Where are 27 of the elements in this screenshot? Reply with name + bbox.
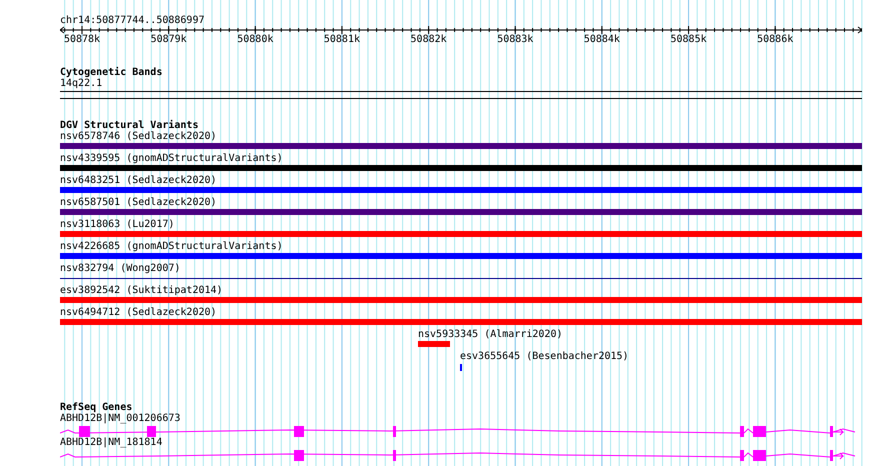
position-label: chr14:50877744..50886997 bbox=[60, 15, 204, 26]
track-title: RefSeq Genes bbox=[60, 402, 132, 413]
variant-label[interactable]: esv3892542 (Suktitipat2014) bbox=[60, 285, 223, 296]
tick-label: 50886k bbox=[757, 34, 794, 45]
variant-label[interactable]: nsv4226685 (gnomADStructuralVariants) bbox=[60, 241, 283, 252]
variant-label[interactable]: nsv6483251 (Sedlazeck2020) bbox=[60, 175, 217, 186]
variant-label[interactable]: esv3655645 (Besenbacher2015) bbox=[460, 351, 629, 362]
tick-label: 50884k bbox=[584, 34, 620, 45]
tick-label: 50885k bbox=[670, 34, 707, 45]
tick-label: 50881k bbox=[324, 34, 360, 45]
variant-label[interactable]: nsv4339595 (gnomADStructuralVariants) bbox=[60, 153, 283, 164]
track-title: DGV Structural Variants bbox=[60, 120, 198, 131]
tick-label: 50883k bbox=[497, 34, 534, 45]
gene-label[interactable]: ABHD12B|NM_181814 bbox=[60, 437, 162, 448]
track-title: Cytogenetic Bands bbox=[60, 67, 162, 78]
variant-label[interactable]: nsv832794 (Wong2007) bbox=[60, 263, 180, 274]
variant-label[interactable]: nsv5933345 (Almarri2020) bbox=[418, 329, 562, 340]
tick-label: 50878k bbox=[64, 34, 100, 45]
tick-label: 50882k bbox=[410, 34, 447, 45]
variant-label[interactable]: nsv6587501 (Sedlazeck2020) bbox=[60, 197, 217, 208]
gene-label[interactable]: ABHD12B|NM_001206673 bbox=[60, 413, 180, 424]
tick-label: 50880k bbox=[237, 34, 274, 45]
variant-label[interactable]: nsv6578746 (Sedlazeck2020) bbox=[60, 131, 217, 142]
band-label: 14q22.1 bbox=[60, 78, 102, 89]
variant-label[interactable]: nsv3118063 (Lu2017) bbox=[60, 219, 174, 230]
tick-label: 50879k bbox=[150, 34, 187, 45]
variant-label[interactable]: nsv6494712 (Sedlazeck2020) bbox=[60, 307, 217, 318]
